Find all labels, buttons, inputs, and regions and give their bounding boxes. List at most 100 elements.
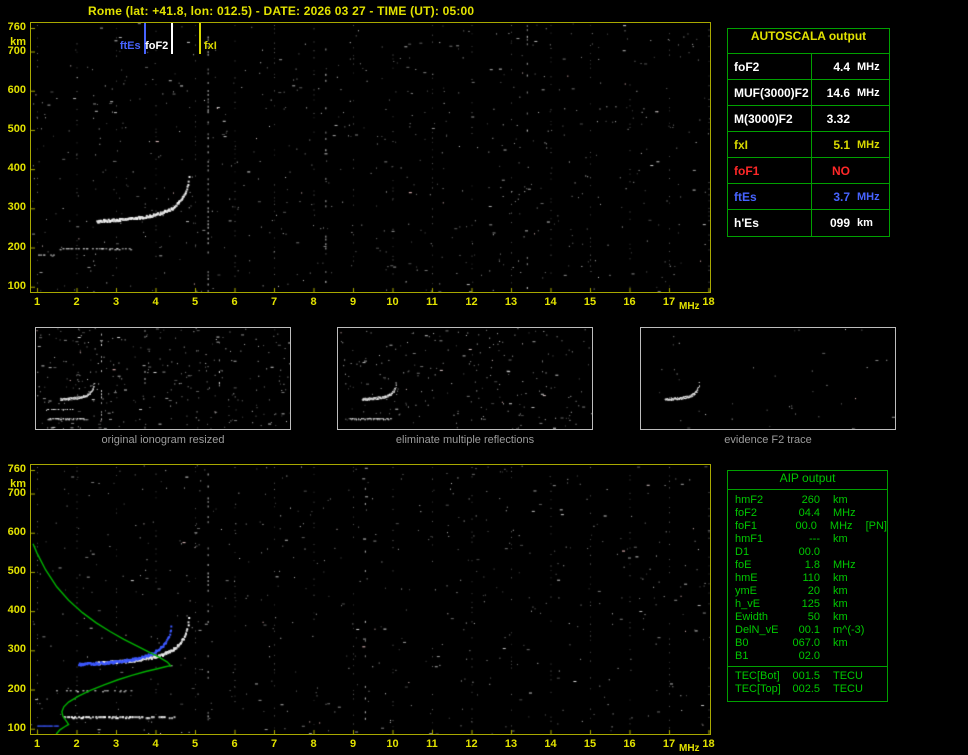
freq-tick-label: 17 [658, 296, 680, 308]
height-tick-label: 200 [2, 683, 26, 695]
page-title: Rome (lat: +41.8, lon: 012.5) - DATE: 20… [88, 4, 474, 18]
aip-tec-row: TEC[Top]002.5TECU [728, 683, 887, 696]
autoscala-param: foF2 [728, 54, 812, 79]
freq-tick-label: 9 [342, 296, 364, 308]
aip-param: B1 [728, 650, 786, 663]
aip-row: D100.0 [728, 546, 887, 559]
mhz-axis-label: MHz [679, 301, 700, 312]
aip-value: 00.0 [784, 520, 817, 533]
marker-label-foF2: foF2 [138, 40, 168, 52]
aip-unit: km [833, 494, 869, 507]
aip-value: 067.0 [786, 637, 820, 650]
autoscala-value-number: 099 [812, 216, 850, 230]
height-tick-label: 300 [2, 201, 26, 213]
autoscala-row: h'Es099km [728, 210, 889, 236]
aip-param: B0 [728, 637, 786, 650]
freq-tick-label: 4 [145, 296, 167, 308]
height-tick-label: 500 [2, 565, 26, 577]
aip-value: 125 [786, 598, 820, 611]
aip-value: 02.0 [786, 650, 820, 663]
freq-tick-label: 14 [540, 738, 562, 750]
aip-value: 00.1 [786, 624, 820, 637]
autoscala-value-unit: MHz [857, 61, 889, 73]
thumbnail-caption-trace: evidence F2 trace [640, 434, 896, 446]
aip-row: B102.0 [728, 650, 887, 663]
freq-tick-label: 3 [105, 296, 127, 308]
autoscala-value-number: 5.1 [812, 138, 850, 152]
aip-value: 1.8 [786, 559, 820, 572]
freq-tick-label: 5 [184, 738, 206, 750]
autoscala-param: M(3000)F2 [728, 106, 812, 131]
height-tick-label: 400 [2, 604, 26, 616]
aip-unit: km [833, 637, 869, 650]
freq-tick-label: 2 [66, 296, 88, 308]
height-tick-label: 400 [2, 162, 26, 174]
aip-row: h_vE125km [728, 598, 887, 611]
freq-tick-label: 15 [579, 738, 601, 750]
thumbnail-caption-original: original ionogram resized [35, 434, 291, 446]
thumbnail-cleaned-canvas [338, 328, 592, 429]
aip-row: hmF1---km [728, 533, 887, 546]
marker-line-fxI [199, 23, 201, 54]
aip-value: 002.5 [786, 683, 820, 696]
autoscala-param: ftEs [728, 184, 812, 209]
freq-tick-label: 4 [145, 738, 167, 750]
autoscala-value-unit: MHz [857, 191, 889, 203]
freq-tick-label: 1 [26, 738, 48, 750]
aip-unit: TECU [833, 670, 869, 683]
freq-tick-label: 18 [698, 738, 720, 750]
thumbnail-trace-canvas [641, 328, 895, 429]
autoscala-row: foF1NO [728, 158, 889, 184]
aip-value: 00.0 [786, 546, 820, 559]
aip-param: hmE [728, 572, 786, 585]
aip-unit: TECU [833, 683, 869, 696]
aip-tec-row: TEC[Bot]001.5TECU [728, 670, 887, 683]
height-tick-label: 500 [2, 123, 26, 135]
freq-tick-label: 7 [263, 296, 285, 308]
autoscala-value-unit: MHz [857, 87, 889, 99]
autoscala-row: ftEs3.7MHz [728, 184, 889, 210]
thumbnail-f2-trace [640, 327, 896, 430]
marker-line-foF2 [171, 23, 173, 54]
autoscala-value: 3.32 [812, 112, 889, 126]
freq-tick-label: 14 [540, 296, 562, 308]
marker-label-fxI: fxI [204, 40, 217, 52]
freq-tick-label: 11 [421, 296, 443, 308]
autoscala-value-unit: km [857, 217, 889, 229]
top-ionogram-canvas [31, 23, 710, 292]
aip-row: foF204.4MHz [728, 507, 887, 520]
autoscala-output-table: AUTOSCALA output foF24.4MHzMUF(3000)F214… [727, 28, 890, 237]
aip-unit: m^(-3) [833, 624, 869, 637]
autoscala-value-number: 14.6 [812, 86, 850, 100]
freq-tick-label: 12 [461, 296, 483, 308]
freq-tick-label: 6 [224, 738, 246, 750]
autoscala-screen: Rome (lat: +41.8, lon: 012.5) - DATE: 20… [0, 0, 968, 755]
freq-tick-label: 10 [382, 296, 404, 308]
autoscala-value: 5.1MHz [812, 138, 889, 152]
freq-tick-label: 3 [105, 738, 127, 750]
freq-tick-label: 6 [224, 296, 246, 308]
freq-tick-label: 16 [619, 296, 641, 308]
height-tick-label: 300 [2, 643, 26, 655]
autoscala-value-number: NO [812, 164, 850, 178]
aip-param: Ewidth [728, 611, 786, 624]
aip-unit [833, 650, 869, 663]
freq-tick-label: 18 [698, 296, 720, 308]
aip-param: hmF2 [728, 494, 786, 507]
aip-row: foF100.0MHz[PN] [728, 520, 887, 533]
aip-param: hmF1 [728, 533, 786, 546]
aip-param: D1 [728, 546, 786, 559]
autoscala-value: 099 km [812, 216, 889, 230]
autoscala-param: foF1 [728, 158, 812, 183]
aip-unit: MHz [833, 559, 869, 572]
aip-value: 260 [786, 494, 820, 507]
aip-param: foF1 [728, 520, 784, 533]
aip-unit: MHz [830, 520, 865, 533]
aip-unit: km [833, 533, 869, 546]
aip-unit: km [833, 572, 869, 585]
thumbnail-original-ionogram [35, 327, 291, 430]
aip-tec-rows: TEC[Bot]001.5TECUTEC[Top]002.5TECU [728, 670, 887, 696]
aip-row: Ewidth50km [728, 611, 887, 624]
freq-tick-label: 9 [342, 738, 364, 750]
autoscala-param: MUF(3000)F2 [728, 80, 812, 105]
